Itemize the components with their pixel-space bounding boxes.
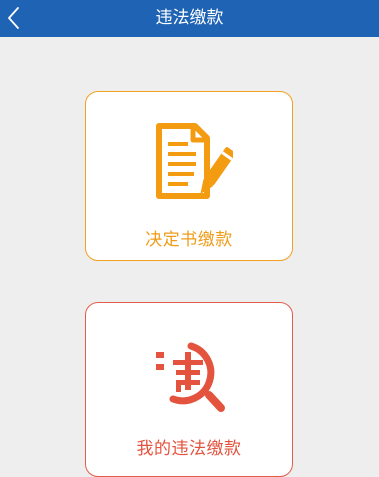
document-pen-icon: [156, 123, 233, 199]
navigation-bar: 违法缴款: [0, 0, 379, 37]
my-violation-payment-card[interactable]: 我的违法缴款: [85, 302, 293, 477]
decision-payment-card[interactable]: 决定书缴款: [85, 91, 293, 261]
violation-search-icon: [156, 342, 225, 412]
page-title: 违法缴款: [155, 8, 224, 28]
my-violation-payment-label: 我的违法缴款: [136, 439, 242, 459]
decision-payment-label: 决定书缴款: [145, 230, 233, 250]
